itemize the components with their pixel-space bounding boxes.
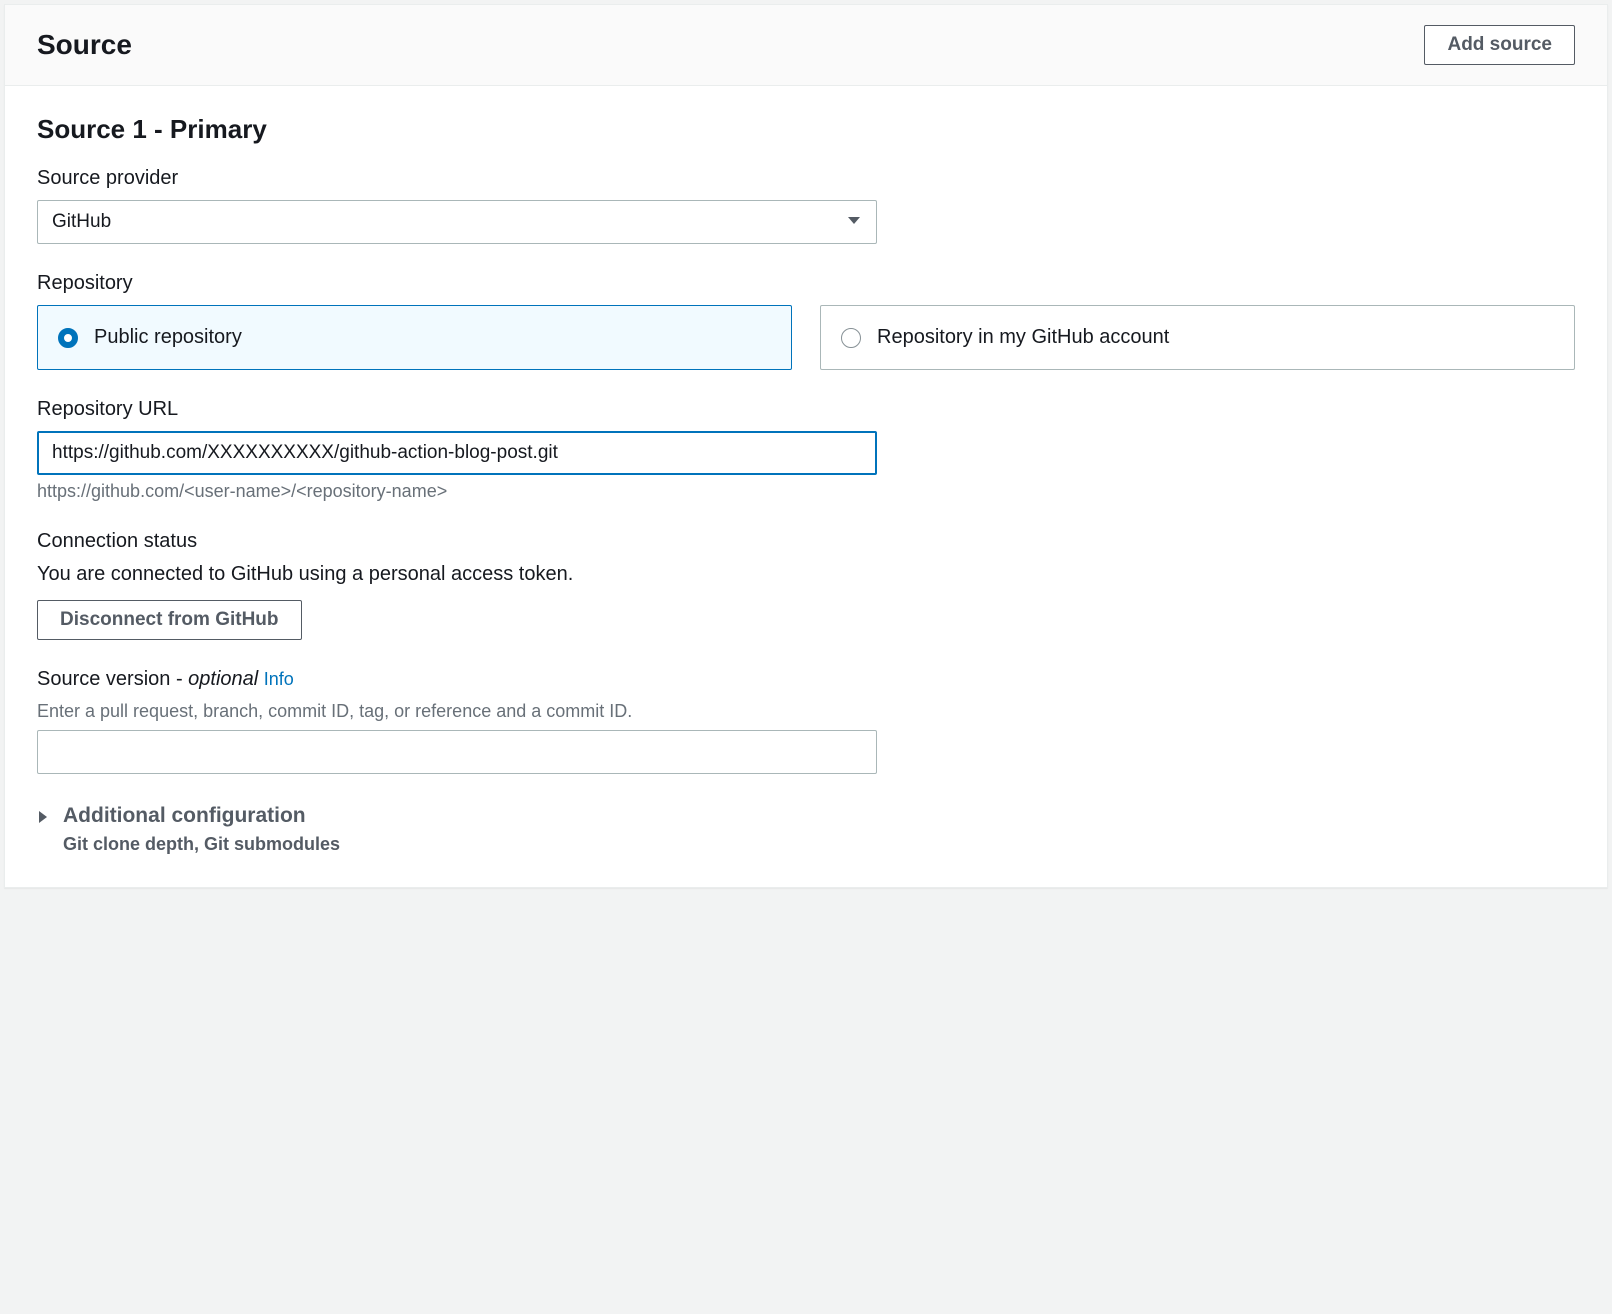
repository-label: Repository [37, 272, 1575, 295]
source-provider-label: Source provider [37, 167, 1575, 190]
source-version-hint: Enter a pull request, branch, commit ID,… [37, 701, 1575, 722]
source-version-label-main: Source version - [37, 668, 188, 690]
repository-group: Repository Public repository Repository … [37, 272, 1575, 370]
radio-public-label: Public repository [94, 326, 242, 349]
info-link[interactable]: Info [264, 669, 294, 689]
radio-public-repository[interactable]: Public repository [37, 305, 792, 370]
radio-unselected-icon [841, 328, 861, 348]
connection-status-text: You are connected to GitHub using a pers… [37, 563, 1575, 586]
caret-right-icon [37, 810, 49, 829]
add-source-button[interactable]: Add source [1424, 25, 1575, 65]
source-version-optional: optional [188, 668, 258, 690]
repository-url-hint: https://github.com/<user-name>/<reposito… [37, 481, 1575, 502]
additional-configuration-subtitle: Git clone depth, Git submodules [63, 834, 340, 855]
radio-account-label: Repository in my GitHub account [877, 326, 1169, 349]
radio-account-repository[interactable]: Repository in my GitHub account [820, 305, 1575, 370]
source-provider-select-wrapper: GitHub [37, 200, 877, 244]
source-provider-group: Source provider GitHub [37, 167, 1575, 244]
panel-header: Source Add source [5, 5, 1607, 86]
additional-configuration-text: Additional configuration Git clone depth… [63, 804, 340, 855]
repository-radio-row: Public repository Repository in my GitHu… [37, 305, 1575, 370]
additional-configuration-toggle[interactable]: Additional configuration Git clone depth… [37, 804, 1575, 855]
repository-url-input[interactable] [37, 431, 877, 475]
panel-body: Source 1 - Primary Source provider GitHu… [5, 86, 1607, 887]
source-version-group: Source version - optional Info Enter a p… [37, 668, 1575, 774]
source-provider-select[interactable]: GitHub [37, 200, 877, 244]
source-version-label: Source version - optional Info [37, 668, 1575, 691]
disconnect-github-button[interactable]: Disconnect from GitHub [37, 600, 302, 640]
source-version-input[interactable] [37, 730, 877, 774]
radio-selected-icon [58, 328, 78, 348]
section-title: Source 1 - Primary [37, 114, 1575, 145]
panel-title: Source [37, 29, 132, 61]
connection-status-label: Connection status [37, 530, 1575, 553]
repository-url-label: Repository URL [37, 398, 1575, 421]
source-panel: Source Add source Source 1 - Primary Sou… [4, 4, 1608, 888]
additional-configuration-title: Additional configuration [63, 804, 340, 828]
connection-status-group: Connection status You are connected to G… [37, 530, 1575, 640]
repository-url-group: Repository URL https://github.com/<user-… [37, 398, 1575, 502]
